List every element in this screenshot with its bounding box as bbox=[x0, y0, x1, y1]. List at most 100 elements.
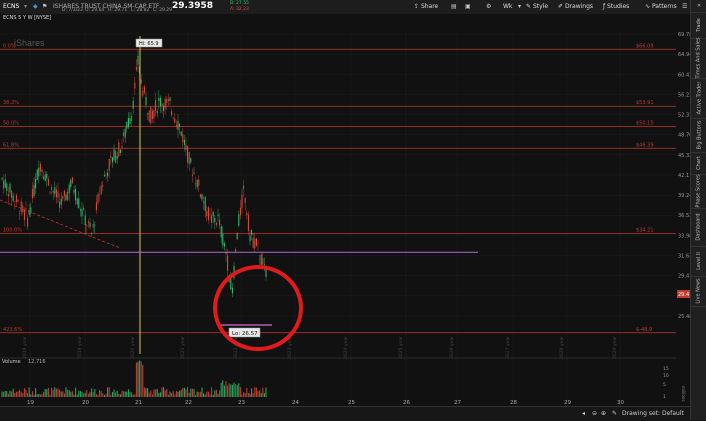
chart-menu-icon[interactable]: ☰ bbox=[682, 3, 687, 10]
candle-body bbox=[257, 243, 259, 244]
pencil-icon[interactable]: ✎ bbox=[612, 410, 617, 417]
candle-body bbox=[265, 268, 267, 277]
volume-bar bbox=[159, 392, 161, 397]
volume-bar bbox=[118, 393, 120, 397]
candle-body bbox=[238, 214, 240, 226]
volume-bar bbox=[187, 387, 189, 397]
volume-bar bbox=[206, 391, 208, 397]
studies-button[interactable]: ƒ Studies bbox=[603, 3, 629, 10]
candle-body bbox=[235, 249, 237, 252]
symbol-field[interactable]: ECNS bbox=[3, 3, 19, 10]
candle-body bbox=[263, 264, 265, 265]
volume-bar bbox=[223, 385, 225, 397]
volume-bar bbox=[193, 389, 195, 397]
candle-body bbox=[262, 258, 264, 265]
flag-icon[interactable]: ⚑ bbox=[42, 3, 47, 10]
ohlc-low: L: 28.82 bbox=[131, 8, 150, 13]
volume-bar bbox=[11, 391, 13, 397]
volume-bar bbox=[38, 393, 40, 397]
volume-bar bbox=[183, 387, 185, 397]
zoom-in-icon[interactable]: ⊕ bbox=[601, 410, 606, 417]
volume-bar bbox=[44, 388, 46, 397]
sidebar-tab-label: Level II bbox=[696, 252, 702, 270]
last-price: 29.3958 bbox=[172, 1, 213, 11]
volume-bar bbox=[116, 390, 118, 397]
volume-bar bbox=[214, 390, 216, 397]
volume-bar bbox=[92, 391, 94, 397]
price-chart[interactable]: 0.0% $66.08 38.2% $53.91 50.0% $50.15 61.8% $46… bbox=[0, 14, 692, 406]
volume-bar bbox=[31, 391, 33, 397]
volume-bar bbox=[78, 390, 80, 397]
drawing-set-label[interactable]: Drawing set: Default bbox=[622, 410, 684, 417]
fib-price-label: $46.39 bbox=[636, 142, 654, 148]
candle-body bbox=[204, 196, 206, 211]
volume-bar bbox=[131, 392, 133, 397]
volume-bar bbox=[12, 388, 14, 397]
sidebar-tab-dashboard[interactable]: Dashboard bbox=[691, 208, 706, 247]
volume-tick-label: 5 bbox=[663, 382, 666, 388]
candle-body bbox=[190, 158, 192, 163]
share-button[interactable]: ⇪ Share bbox=[414, 3, 438, 10]
zoom-out-icon[interactable]: ⊖ bbox=[592, 410, 597, 417]
volume-bar bbox=[94, 388, 96, 397]
volume-bar bbox=[126, 391, 128, 397]
price-tick-label: 42.17 bbox=[678, 173, 690, 179]
volume-bar bbox=[143, 387, 145, 397]
candle-body bbox=[140, 79, 142, 84]
volume-bar bbox=[87, 393, 89, 397]
candle-body bbox=[161, 103, 163, 106]
candle-body bbox=[103, 175, 105, 177]
timeframe-button[interactable]: Wk bbox=[503, 3, 512, 10]
volume-bar bbox=[17, 391, 19, 397]
sidebar-tab-label: Chart bbox=[696, 156, 702, 170]
volume-bar bbox=[239, 387, 241, 397]
candle-body bbox=[62, 196, 64, 199]
sidebar-tab-times-and-sales[interactable]: Times And Sales bbox=[691, 37, 706, 79]
style-button[interactable]: ✎ Style bbox=[526, 3, 548, 10]
drawings-button[interactable]: ✐ Drawings bbox=[558, 3, 593, 10]
sidebar-tab-phase-scores[interactable]: Phase Scores bbox=[691, 174, 706, 209]
volume-bar bbox=[97, 394, 99, 397]
drawings-icon: ✐ bbox=[558, 3, 565, 10]
volume-bar bbox=[164, 390, 166, 397]
volume-bar bbox=[228, 383, 230, 397]
sidebar-tab-live-news[interactable]: Live News bbox=[691, 276, 706, 307]
volume-bar bbox=[174, 394, 176, 397]
candle-body bbox=[196, 180, 198, 188]
volume-bar bbox=[169, 391, 171, 397]
sidebar-tab-chart[interactable]: Chart bbox=[691, 152, 706, 175]
gear-icon[interactable]: ⚙ bbox=[486, 3, 491, 10]
side-tab-bar: ✕ Trade Times And Sales Active Trader Big B… bbox=[690, 0, 706, 420]
sidebar-tab-level-ii[interactable]: Level II bbox=[691, 246, 706, 277]
price-tick-label: 45.32 bbox=[678, 153, 690, 159]
link-icon[interactable]: ◆ bbox=[33, 3, 38, 10]
patterns-icon: ∿ bbox=[645, 3, 652, 10]
print-icon[interactable]: ▤ bbox=[451, 3, 457, 10]
year-label: 2019 year bbox=[77, 336, 83, 359]
scroll-left-icon[interactable]: ◂ bbox=[582, 410, 585, 417]
candle-body bbox=[159, 97, 161, 107]
volume-bar bbox=[127, 389, 129, 397]
timeframe-dropdown-icon[interactable]: ▾ bbox=[518, 3, 521, 10]
save-icon[interactable]: ▣ bbox=[465, 3, 471, 10]
patterns-button[interactable]: ∿ Patterns bbox=[645, 3, 677, 10]
year-label: 2028 year bbox=[559, 336, 565, 359]
sidebar-tab-big-buttons[interactable]: Big Buttons bbox=[691, 118, 706, 153]
volume-bar bbox=[83, 393, 85, 397]
sidebar-tab-trade[interactable]: Trade bbox=[691, 12, 706, 39]
candle-body bbox=[199, 194, 201, 198]
volume-bar bbox=[236, 385, 238, 397]
candle-body bbox=[7, 194, 9, 197]
symbol-dropdown-icon[interactable]: ▾ bbox=[24, 3, 27, 10]
volume-bar bbox=[73, 394, 75, 397]
price-chart-canvas[interactable]: 0.0% $66.0838.2% $53.9150.0% $50.1561.8% $46… bbox=[0, 14, 692, 406]
sidebar-tab-active-trader[interactable]: Active Trader bbox=[691, 78, 706, 119]
volume-bar bbox=[63, 393, 65, 397]
volume-bar bbox=[54, 387, 56, 397]
candle-body bbox=[102, 185, 104, 187]
volume-bar bbox=[166, 388, 168, 397]
volume-bar bbox=[219, 390, 221, 397]
candle-body bbox=[17, 199, 19, 202]
volume-bar bbox=[137, 361, 139, 397]
candle-body bbox=[20, 201, 22, 212]
